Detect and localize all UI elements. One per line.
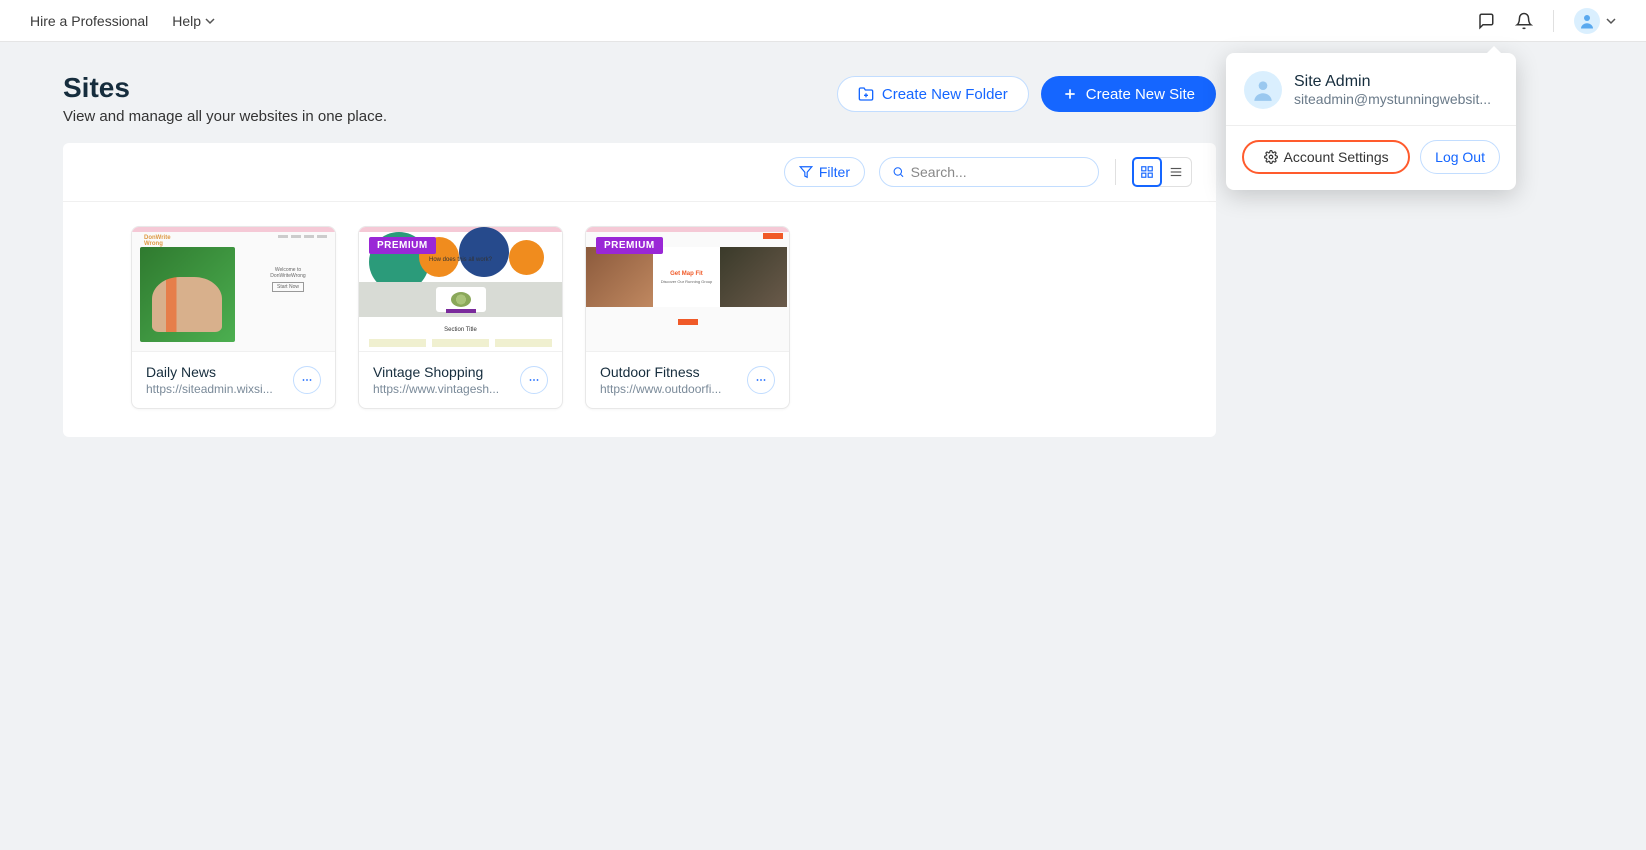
more-icon xyxy=(301,374,313,386)
site-actions-button[interactable] xyxy=(747,366,775,394)
filter-label: Filter xyxy=(819,164,850,180)
search-input-wrapper[interactable] xyxy=(879,157,1099,187)
avatar-icon xyxy=(1574,8,1600,34)
site-title: Daily News xyxy=(146,364,287,380)
account-email: siteadmin@mystunningwebsit... xyxy=(1294,91,1491,107)
logout-label: Log Out xyxy=(1435,149,1485,165)
grid-icon xyxy=(1140,165,1154,179)
filter-icon xyxy=(799,165,813,179)
site-thumbnail: DonWrite Wrong Welcome to DonWriteWrong … xyxy=(132,227,335,352)
site-card[interactable]: PREMIUM How does this all work? Section … xyxy=(358,226,563,409)
create-folder-label: Create New Folder xyxy=(882,86,1008,103)
grid-view-button[interactable] xyxy=(1132,157,1162,187)
premium-badge: PREMIUM xyxy=(596,237,663,254)
site-title: Outdoor Fitness xyxy=(600,364,741,380)
site-url: https://www.vintagesh... xyxy=(373,382,514,396)
folder-plus-icon xyxy=(858,86,874,102)
account-settings-button[interactable]: Account Settings xyxy=(1242,140,1410,174)
account-name: Site Admin xyxy=(1294,73,1491,91)
search-icon xyxy=(892,165,905,179)
bell-icon[interactable] xyxy=(1515,12,1533,30)
site-actions-button[interactable] xyxy=(293,366,321,394)
help-menu[interactable]: Help xyxy=(172,13,215,29)
search-input[interactable] xyxy=(911,164,1086,180)
site-title: Vintage Shopping xyxy=(373,364,514,380)
site-thumbnail: PREMIUM Get Map Fit Discover Our Running… xyxy=(586,227,789,352)
site-url: https://www.outdoorfi... xyxy=(600,382,741,396)
list-icon xyxy=(1169,165,1183,179)
chevron-down-icon xyxy=(1606,16,1616,26)
avatar-icon xyxy=(1244,71,1282,109)
help-label: Help xyxy=(172,13,201,29)
site-card[interactable]: PREMIUM Get Map Fit Discover Our Running… xyxy=(585,226,790,409)
more-icon xyxy=(528,374,540,386)
site-thumbnail: PREMIUM How does this all work? Section … xyxy=(359,227,562,352)
create-folder-button[interactable]: Create New Folder xyxy=(837,76,1029,112)
premium-badge: PREMIUM xyxy=(369,237,436,254)
divider xyxy=(1226,125,1516,126)
chat-icon[interactable] xyxy=(1477,12,1495,30)
plus-icon xyxy=(1062,86,1078,102)
account-menu-button[interactable] xyxy=(1574,8,1616,34)
create-site-label: Create New Site xyxy=(1086,86,1195,103)
hire-professional-link[interactable]: Hire a Professional xyxy=(30,13,148,29)
page-subtitle: View and manage all your websites in one… xyxy=(63,108,387,125)
more-icon xyxy=(755,374,767,386)
site-url: https://siteadmin.wixsi... xyxy=(146,382,287,396)
divider xyxy=(1115,159,1116,185)
gear-icon xyxy=(1264,150,1278,164)
logout-button[interactable]: Log Out xyxy=(1420,140,1500,174)
filter-button[interactable]: Filter xyxy=(784,157,865,187)
create-site-button[interactable]: Create New Site xyxy=(1041,76,1216,112)
site-actions-button[interactable] xyxy=(520,366,548,394)
site-card[interactable]: DonWrite Wrong Welcome to DonWriteWrong … xyxy=(131,226,336,409)
account-settings-label: Account Settings xyxy=(1284,149,1389,165)
topbar: Hire a Professional Help xyxy=(0,0,1646,42)
divider xyxy=(1553,10,1554,32)
view-toggle xyxy=(1132,157,1192,187)
chevron-down-icon xyxy=(205,16,215,26)
page-title: Sites xyxy=(63,72,387,104)
list-view-button[interactable] xyxy=(1161,158,1191,186)
account-dropdown: Site Admin siteadmin@mystunningwebsit...… xyxy=(1226,53,1516,190)
